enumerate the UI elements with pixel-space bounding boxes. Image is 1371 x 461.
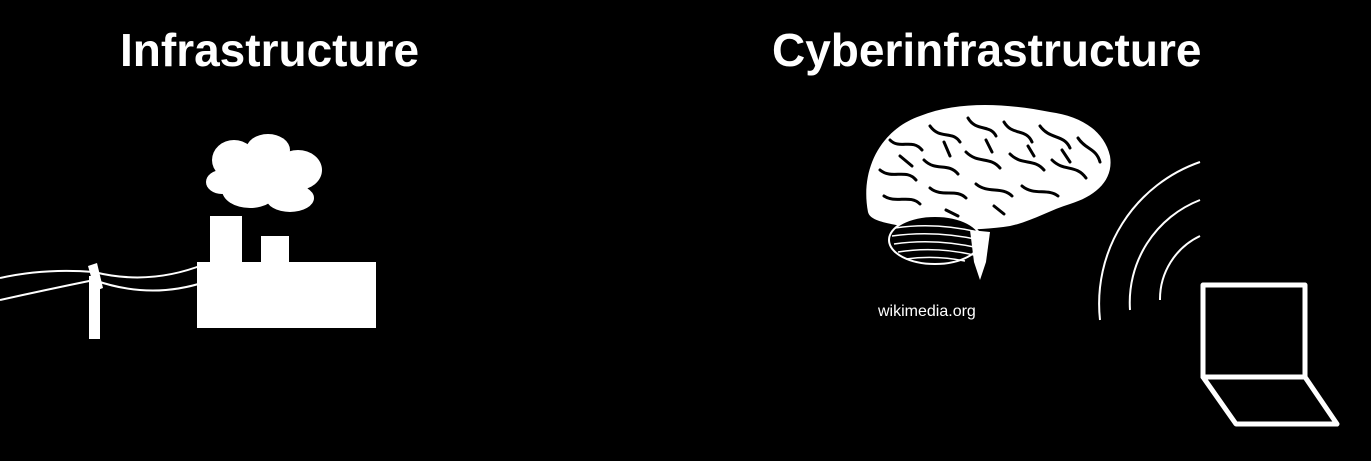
illustration	[0, 105, 1340, 427]
factory-icon	[197, 216, 376, 328]
wireless-signal-icon	[1098, 161, 1201, 321]
image-credit: wikimedia.org	[878, 303, 976, 320]
smoke-cloud-icon	[206, 134, 322, 212]
power-line-icon	[0, 263, 206, 301]
slide: Infrastructure Cyberinfrastructure wikim…	[0, 0, 1371, 461]
laptop-icon	[1200, 282, 1340, 427]
brain-icon	[866, 105, 1111, 280]
